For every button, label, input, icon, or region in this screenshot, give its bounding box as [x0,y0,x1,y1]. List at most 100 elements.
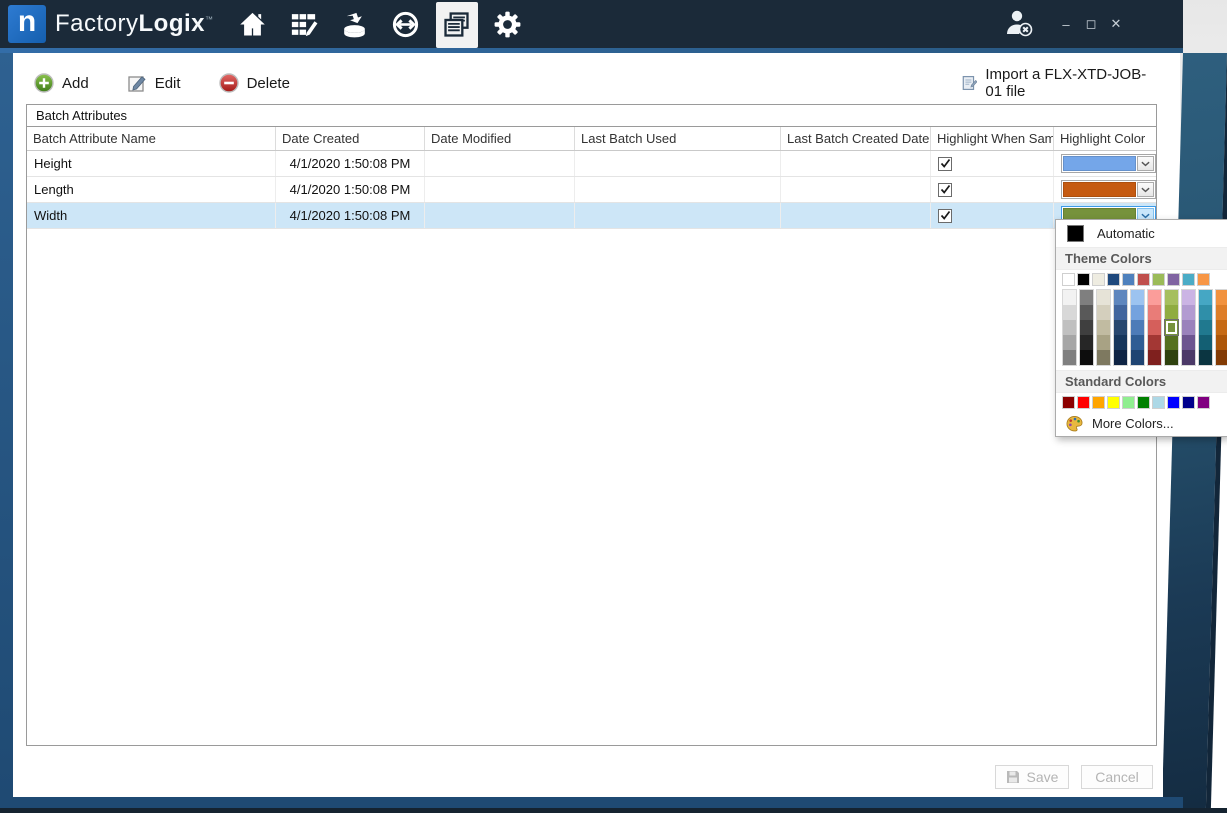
standard-color-swatch-dark-red[interactable] [1062,396,1075,409]
theme-color-swatch-6[interactable] [1152,273,1165,286]
shade-swatch-6-0[interactable] [1165,290,1178,305]
shade-swatch-9-1[interactable] [1216,305,1227,320]
nav-dispatch-sync-icon[interactable] [385,1,427,47]
shade-swatch-3-2[interactable] [1114,320,1127,335]
theme-color-swatch-0[interactable] [1062,273,1075,286]
standard-color-swatch-purple[interactable] [1197,396,1210,409]
dropdown-arrow-button[interactable] [1137,182,1154,197]
import-flx-file-button[interactable]: Import a FLX-XTD-JOB-01 file [962,66,1157,100]
shade-swatch-6-1[interactable] [1165,305,1178,320]
standard-color-swatch-green[interactable] [1137,396,1150,409]
save-button[interactable]: Save [995,765,1069,789]
shade-swatch-2-1[interactable] [1097,305,1110,320]
add-button[interactable]: Add [30,70,93,96]
table-row-width[interactable]: Width4/1/2020 1:50:08 PM [27,203,1156,229]
automatic-color-item[interactable]: Automatic [1056,220,1227,247]
theme-color-swatch-1[interactable] [1077,273,1090,286]
shade-swatch-9-2[interactable] [1216,320,1227,335]
standard-color-swatch-blue[interactable] [1167,396,1180,409]
shade-swatch-0-2[interactable] [1063,320,1076,335]
highlight-when-same-checkbox[interactable] [938,183,952,197]
shade-swatch-8-2[interactable] [1199,320,1212,335]
shade-swatch-6-4[interactable] [1165,350,1178,365]
shade-swatch-2-2[interactable] [1097,320,1110,335]
column-header-highlight_when_same[interactable]: Highlight When Same [931,127,1054,150]
standard-color-swatch-light-blue[interactable] [1152,396,1165,409]
nav-materials-stack-icon[interactable] [334,1,376,47]
shade-swatch-9-4[interactable] [1216,350,1227,365]
shade-swatch-3-1[interactable] [1114,305,1127,320]
column-header-date_modified[interactable]: Date Modified [425,127,575,150]
standard-color-swatch-dark-blue[interactable] [1182,396,1195,409]
shade-swatch-2-0[interactable] [1097,290,1110,305]
shade-swatch-5-3[interactable] [1148,335,1161,350]
shade-swatch-8-3[interactable] [1199,335,1212,350]
highlight-color-dropdown[interactable] [1061,180,1156,199]
shade-swatch-0-3[interactable] [1063,335,1076,350]
column-header-name[interactable]: Batch Attribute Name [27,127,276,150]
standard-color-swatch-red[interactable] [1077,396,1090,409]
shade-swatch-7-2[interactable] [1182,320,1195,335]
delete-button[interactable]: Delete [215,70,294,96]
table-row-length[interactable]: Length4/1/2020 1:50:08 PM [27,177,1156,203]
shade-swatch-2-4[interactable] [1097,350,1110,365]
column-header-highlight_color[interactable]: Highlight Color [1054,127,1156,150]
shade-swatch-4-2[interactable] [1131,320,1144,335]
column-header-date_created[interactable]: Date Created [276,127,425,150]
highlight-color-dropdown[interactable] [1061,154,1156,173]
shade-swatch-4-3[interactable] [1131,335,1144,350]
shade-swatch-3-0[interactable] [1114,290,1127,305]
shade-swatch-7-0[interactable] [1182,290,1195,305]
shade-swatch-0-1[interactable] [1063,305,1076,320]
standard-color-swatch-orange[interactable] [1092,396,1105,409]
close-button[interactable]: ✕ [1109,17,1123,31]
shade-swatch-4-0[interactable] [1131,290,1144,305]
shade-swatch-8-0[interactable] [1199,290,1212,305]
nav-home-icon[interactable] [232,1,274,47]
shade-swatch-6-2[interactable] [1165,320,1178,335]
maximize-button[interactable]: ◻ [1084,17,1098,31]
shade-swatch-0-4[interactable] [1063,350,1076,365]
shade-swatch-7-1[interactable] [1182,305,1195,320]
standard-color-swatch-yellow[interactable] [1107,396,1120,409]
edit-button[interactable]: Edit [123,70,185,96]
theme-color-swatch-2[interactable] [1092,273,1105,286]
nav-worksheet-edit-icon[interactable] [283,1,325,47]
shade-swatch-1-3[interactable] [1080,335,1093,350]
theme-color-swatch-9[interactable] [1197,273,1210,286]
shade-swatch-1-4[interactable] [1080,350,1093,365]
column-header-last_batch_used[interactable]: Last Batch Used [575,127,781,150]
shade-swatch-1-0[interactable] [1080,290,1093,305]
shade-swatch-9-0[interactable] [1216,290,1227,305]
theme-color-swatch-7[interactable] [1167,273,1180,286]
shade-swatch-5-2[interactable] [1148,320,1161,335]
nav-documents-icon[interactable] [436,2,478,48]
shade-swatch-9-3[interactable] [1216,335,1227,350]
shade-swatch-5-0[interactable] [1148,290,1161,305]
nav-settings-gear-icon[interactable] [487,1,529,47]
shade-swatch-3-4[interactable] [1114,350,1127,365]
more-colors-button[interactable]: More Colors... [1056,411,1227,436]
shade-swatch-8-4[interactable] [1199,350,1212,365]
theme-color-swatch-8[interactable] [1182,273,1195,286]
dropdown-arrow-button[interactable] [1137,156,1154,171]
shade-swatch-3-3[interactable] [1114,335,1127,350]
cancel-button[interactable]: Cancel [1081,765,1153,789]
minimize-button[interactable]: – [1059,17,1073,31]
user-logout-icon[interactable] [1003,8,1037,40]
theme-color-swatch-5[interactable] [1137,273,1150,286]
shade-swatch-6-3[interactable] [1165,335,1178,350]
table-row-height[interactable]: Height4/1/2020 1:50:08 PM [27,151,1156,177]
shade-swatch-8-1[interactable] [1199,305,1212,320]
highlight-when-same-checkbox[interactable] [938,157,952,171]
shade-swatch-5-4[interactable] [1148,350,1161,365]
shade-swatch-1-1[interactable] [1080,305,1093,320]
highlight-when-same-checkbox[interactable] [938,209,952,223]
shade-swatch-4-1[interactable] [1131,305,1144,320]
column-header-last_batch_created_date[interactable]: Last Batch Created Date [781,127,931,150]
shade-swatch-4-4[interactable] [1131,350,1144,365]
shade-swatch-2-3[interactable] [1097,335,1110,350]
shade-swatch-7-3[interactable] [1182,335,1195,350]
theme-color-swatch-3[interactable] [1107,273,1120,286]
shade-swatch-1-2[interactable] [1080,320,1093,335]
